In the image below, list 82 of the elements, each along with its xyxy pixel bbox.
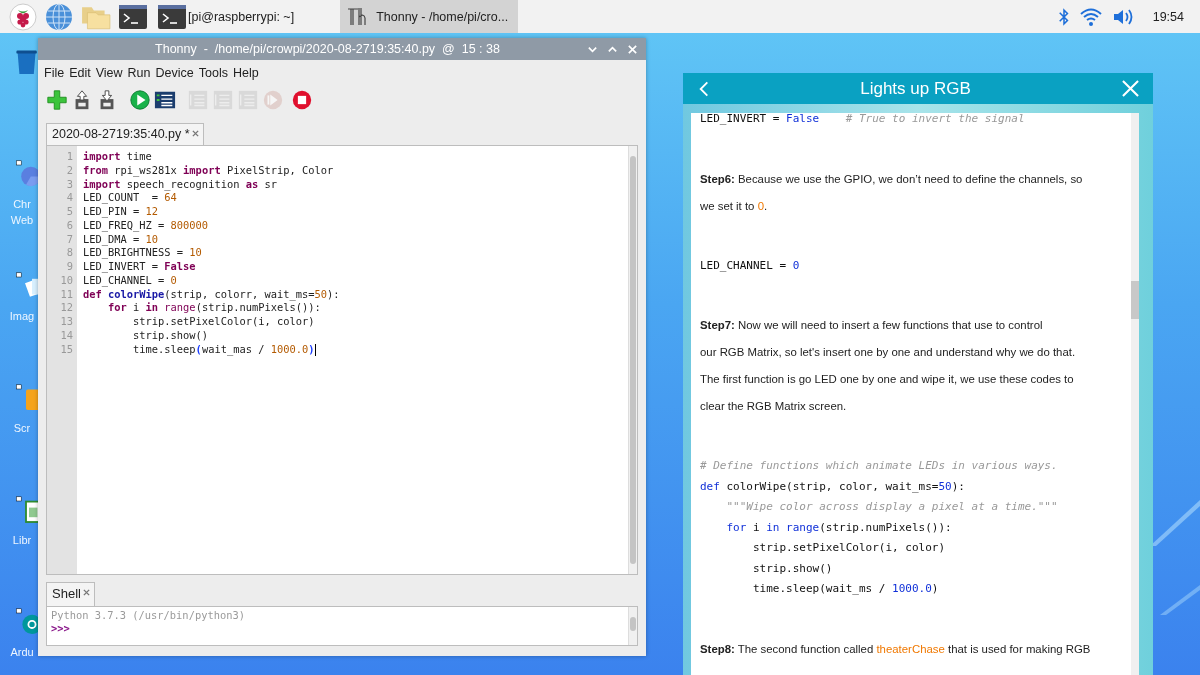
desktop-icon-label: Imag	[9, 309, 35, 324]
code-line: strip.show()	[751, 560, 834, 577]
light-streak	[1150, 500, 1200, 546]
code-line: LED_DMA = 10	[83, 232, 160, 247]
desktop-icon-label: Scr	[13, 421, 31, 436]
menu-item[interactable]: Edit	[67, 66, 93, 80]
shell-output: Python 3.7.3 (/usr/bin/python3)	[51, 609, 246, 622]
code-line: time.sleep(wait_mas / 1000.0)	[132, 342, 317, 357]
run-button[interactable]	[128, 88, 152, 112]
code-line: LED_CHANNEL = 0	[700, 257, 801, 274]
scrollbar[interactable]	[1131, 113, 1139, 675]
code-line: LED_FREQ_HZ = 800000	[83, 218, 210, 233]
wifi-icon[interactable]	[1078, 6, 1103, 27]
line-number: 9	[66, 260, 73, 274]
shell-tab[interactable]: Shell	[46, 582, 95, 606]
code-line: strip.setPixelColor(i, color)	[751, 540, 947, 556]
code-line: strip.setPixelColor(i, color)	[132, 315, 316, 329]
terminal-icon	[158, 4, 186, 29]
code-line: time.sleep(wait_ms / 1000.0)	[751, 581, 940, 597]
shell-panel[interactable]: Python 3.7.3 (/usr/bin/python3) >>>	[46, 606, 638, 646]
menu-item[interactable]: Device	[153, 66, 196, 80]
close-button[interactable]	[1120, 78, 1141, 99]
tutorial-title: Lights up RGB	[860, 78, 971, 99]
maximize-icon[interactable]	[607, 43, 618, 55]
code-line: import speech_recognition as sr	[83, 177, 278, 192]
line-number: 5	[66, 205, 73, 219]
line-number: 1	[66, 150, 73, 164]
taskbar-task[interactable]: [pi@raspberrypi: ~]	[152, 0, 301, 33]
desktop-icon-label: Web	[10, 213, 34, 228]
code-line: import time	[83, 150, 153, 164]
close-icon[interactable]	[82, 589, 90, 596]
desktop-icon-label: Ardu	[10, 645, 34, 660]
line-number: 15	[60, 342, 73, 357]
code-line: strip.show()	[132, 328, 210, 343]
code-line: """Wipe color across display a pixel at a time."""	[725, 499, 1059, 515]
menu-item[interactable]: File	[42, 66, 67, 80]
code-line: LED_COUNT = 64	[83, 191, 178, 205]
clock[interactable]: 19:54	[1152, 9, 1184, 24]
scrollbar[interactable]	[628, 146, 637, 574]
menu-item[interactable]: View	[93, 66, 125, 80]
menu-item[interactable]: Help	[230, 66, 261, 80]
code-editor[interactable]	[46, 145, 638, 575]
taskbar-task[interactable]: Thonny - /home/pi/cro...	[340, 0, 519, 33]
code-line: def colorWipe(strip, colorr, wait_ms=50):	[83, 287, 341, 302]
code-line: def colorWipe(strip, color, wait_ms=50):	[700, 478, 966, 495]
window-title: Thonny - /home/pi/crowpi/2020-08-2719:35:40.py @ 15 : 38	[154, 42, 501, 56]
line-number: 4	[66, 191, 73, 205]
light-streak	[1160, 585, 1200, 615]
editor-tab[interactable]: 2020-08-2719:35:40.py *	[46, 123, 204, 145]
line-number: 6	[66, 218, 73, 233]
line-number: 8	[66, 246, 73, 260]
raspberry-icon[interactable]	[6, 0, 40, 33]
line-number: 14	[60, 328, 73, 343]
code-line: for i in range(strip.numPixels()):	[107, 301, 322, 315]
close-icon[interactable]	[191, 130, 199, 137]
thonny-logo-icon	[346, 5, 369, 28]
step-paragraph: Step8: The second function called theaterChase that is used for making RGB	[700, 641, 1092, 657]
code-line: LED_INVERT = False # True to invert the signal	[700, 113, 1026, 127]
step-paragraph: Step6: Because we use the GPIO, we don’t need to define the channels, so we set it to 0.	[700, 171, 1084, 214]
code-line: from rpi_ws281x import PixelStrip, Color	[83, 163, 335, 178]
code-line: LED_INVERT = False	[83, 260, 197, 274]
line-number: 10	[60, 273, 73, 288]
menu-item[interactable]: Run	[125, 66, 153, 80]
stop-button[interactable]	[290, 88, 314, 112]
line-number: 12	[60, 301, 73, 315]
code-line: LED_BRIGHTNESS = 10	[83, 246, 203, 260]
menu-item[interactable]: Tools	[196, 66, 230, 80]
line-number: 11	[60, 287, 73, 302]
code-line: LED_CHANNEL = 0	[83, 273, 178, 288]
code-line: # Define functions which animate LEDs in various ways.	[700, 458, 1059, 474]
scrollbar[interactable]	[628, 607, 637, 645]
step-paragraph: Step7: Now we will need to insert a few functions that use to control our RGB Matrix, so let's insert one by one and understand why we do that. The first function is go LED one by one and wipe it, we use these codes to clear the RGB Matrix screen.	[700, 318, 1077, 414]
bluetooth-icon[interactable]	[1057, 6, 1070, 27]
desktop-icon-label: Libr	[12, 533, 32, 548]
code-line: LED_PIN = 12	[83, 205, 160, 219]
desktop-icon-label: Chr	[13, 197, 31, 212]
line-number: 3	[66, 177, 73, 192]
line-number: 7	[66, 232, 73, 247]
line-number: 13	[60, 315, 73, 329]
line-number: 2	[66, 163, 73, 178]
shell-prompt: >>>	[51, 622, 71, 635]
code-line: for i in range(strip.numPixels()):	[725, 519, 953, 536]
